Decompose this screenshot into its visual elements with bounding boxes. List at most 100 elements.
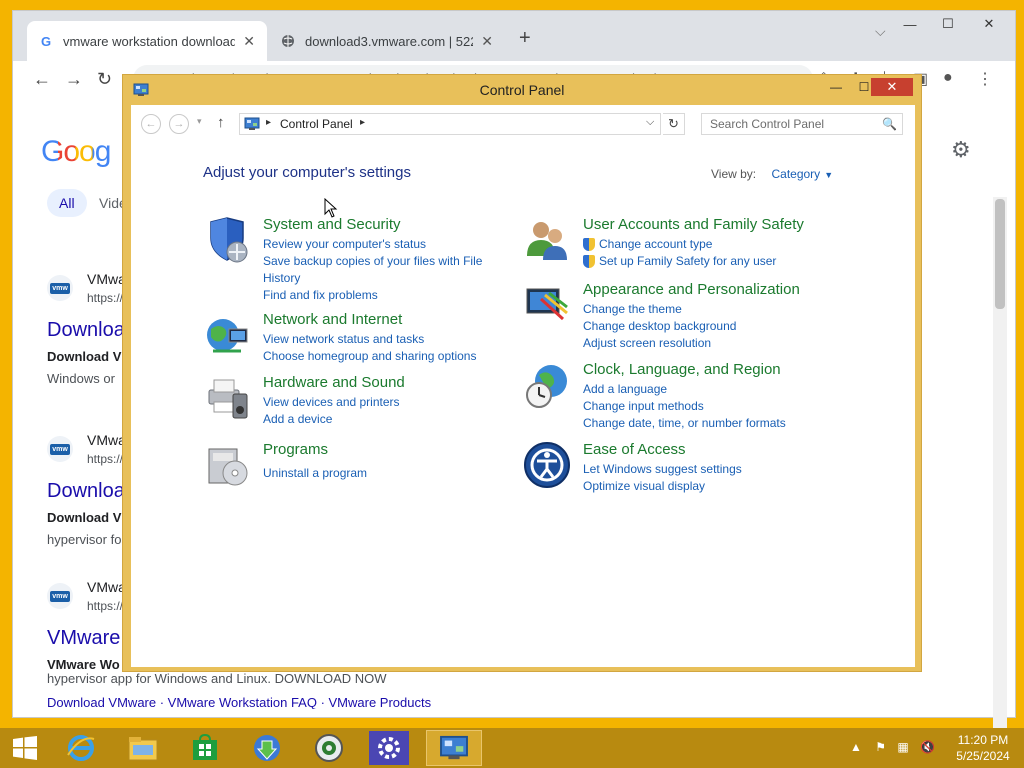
link-change-account-type[interactable]: Change account type — [583, 236, 863, 253]
control-panel-window: Control Panel — ☐ ✕ ← → ▾ ↑ ▸ Control Pa… — [122, 74, 922, 672]
control-panel-icon — [244, 117, 260, 130]
steam-icon[interactable] — [306, 730, 352, 766]
vmware-logo: vmw — [47, 275, 73, 301]
category-title[interactable]: Programs — [263, 441, 328, 458]
windows-start-icon[interactable] — [2, 730, 48, 766]
clock-globe-icon[interactable] — [523, 361, 571, 409]
close-icon[interactable]: ✕ — [243, 33, 255, 50]
breadcrumb-separator-icon[interactable]: ▸ — [266, 117, 271, 128]
settings-gear-icon[interactable]: ⚙ — [951, 137, 971, 163]
link-optimize-display[interactable]: Optimize visual display — [583, 478, 823, 495]
close-icon[interactable]: ✕ — [481, 33, 493, 50]
link-fix-problems[interactable]: Find and fix problems — [263, 287, 503, 304]
search-icon[interactable]: 🔍 — [882, 117, 897, 131]
store-icon[interactable] — [182, 730, 228, 766]
category-title[interactable]: Appearance and Personalization — [583, 281, 800, 298]
browser-tabstrip: G vmware workstation download - ✕ downlo… — [13, 11, 1015, 61]
close-window-icon[interactable]: ✕ — [969, 13, 1009, 35]
page-title: Adjust your computer's settings — [203, 164, 411, 181]
result-link[interactable]: Downloa — [47, 480, 125, 503]
ease-of-access-icon[interactable] — [523, 441, 571, 489]
mouse-cursor-icon — [324, 198, 338, 218]
shield-icon[interactable] — [203, 216, 251, 264]
new-tab-icon[interactable]: + — [519, 27, 531, 50]
network-icon[interactable]: ▦ — [897, 740, 908, 754]
minimize-icon[interactable]: — — [823, 78, 849, 96]
up-arrow-icon[interactable]: ↑ — [217, 114, 225, 131]
window-title: Control Panel — [479, 82, 565, 98]
link-input-methods[interactable]: Change input methods — [583, 398, 823, 415]
link-uninstall[interactable]: Uninstall a program — [263, 465, 503, 482]
view-by-dropdown[interactable]: Category — [771, 167, 820, 181]
window-titlebar[interactable]: Control Panel — ☐ ✕ — [123, 75, 921, 105]
vertical-scrollbar[interactable] — [993, 197, 1007, 768]
forward-arrow-icon[interactable]: → — [169, 114, 189, 134]
taskbar-clock[interactable]: 11:20 PM 5/25/2024 — [950, 732, 1016, 764]
printer-icon[interactable] — [203, 374, 251, 422]
search-tab-all[interactable]: All — [47, 189, 87, 217]
forward-arrow-icon[interactable]: → — [65, 69, 83, 90]
link-homegroup[interactable]: Choose homegroup and sharing options — [263, 348, 503, 365]
maximize-icon[interactable]: ☐ — [931, 13, 965, 35]
recent-locations-chevron-icon[interactable]: ▾ — [197, 116, 202, 127]
action-center-flag-icon[interactable]: ⚑ — [875, 740, 886, 754]
menu-kebab-icon[interactable]: ⋮ — [977, 69, 993, 89]
download-manager-icon[interactable] — [244, 730, 290, 766]
link-screen-resolution[interactable]: Adjust screen resolution — [583, 335, 823, 352]
breadcrumb-separator-icon[interactable]: ▸ — [360, 117, 365, 128]
view-by-selector: View by: Category ▼ — [711, 167, 833, 181]
category-title[interactable]: Network and Internet — [263, 311, 402, 328]
file-explorer-icon[interactable] — [120, 730, 166, 766]
result-link[interactable]: Downloa — [47, 319, 125, 342]
link-desktop-background[interactable]: Change desktop background — [583, 318, 823, 335]
profile-avatar-icon[interactable]: ● — [943, 69, 953, 87]
network-globe-icon[interactable] — [203, 311, 251, 359]
link-suggest-settings[interactable]: Let Windows suggest settings — [583, 461, 823, 478]
internet-explorer-icon[interactable] — [58, 730, 104, 766]
monitor-paint-icon[interactable] — [523, 281, 571, 329]
link-date-formats[interactable]: Change date, time, or number formats — [583, 415, 823, 432]
search-input[interactable] — [702, 114, 880, 134]
scrollbar-thumb[interactable] — [995, 199, 1005, 309]
link-add-device[interactable]: Add a device — [263, 411, 503, 428]
control-panel-icon[interactable] — [426, 730, 482, 766]
breadcrumb[interactable]: Control Panel — [280, 117, 353, 131]
volume-muted-icon[interactable]: 🔇 — [920, 740, 935, 754]
tab-search-icon[interactable]: ⌵ — [875, 23, 886, 40]
link-change-theme[interactable]: Change the theme — [583, 301, 823, 318]
minimize-icon[interactable]: — — [893, 13, 927, 35]
google-logo[interactable]: Goog — [41, 135, 111, 169]
back-arrow-icon[interactable]: ← — [141, 114, 161, 134]
vmware-logo: vmw — [47, 436, 73, 462]
browser-tab-google[interactable]: G vmware workstation download - ✕ — [27, 21, 267, 61]
result-sitelinks[interactable]: Download VMware · VMware Workstation FAQ… — [47, 695, 431, 709]
link-review-status[interactable]: Review your computer's status — [263, 236, 503, 253]
result-link[interactable]: VMware — [47, 627, 120, 650]
link-add-language[interactable]: Add a language — [583, 381, 823, 398]
tab-title: download3.vmware.com | 522: C — [305, 33, 473, 49]
link-family-safety[interactable]: Set up Family Safety for any user — [583, 253, 863, 270]
back-arrow-icon[interactable]: ← — [33, 69, 51, 90]
search-box: 🔍 — [701, 113, 903, 135]
chevron-down-icon[interactable]: ⌵ — [646, 116, 654, 129]
programs-icon[interactable] — [203, 441, 251, 489]
close-window-icon[interactable]: ✕ — [871, 78, 913, 96]
address-bar[interactable]: ▸ Control Panel ▸ ⌵ — [239, 113, 661, 135]
system-tray: ▲ ⚑ ▦ 🔇 — [850, 740, 935, 754]
browser-tab-vmware[interactable]: download3.vmware.com | 522: C ✕ — [269, 21, 505, 61]
reload-icon[interactable]: ↻ — [97, 69, 112, 90]
category-title[interactable]: System and Security — [263, 216, 401, 233]
settings-gear-icon[interactable] — [366, 730, 412, 766]
control-panel-content: ← → ▾ ↑ ▸ Control Panel ▸ ⌵ ↻ 🔍 Adjust y… — [131, 105, 915, 667]
link-network-status[interactable]: View network status and tasks — [263, 331, 503, 348]
users-icon[interactable] — [523, 216, 571, 264]
category-title[interactable]: Ease of Access — [583, 441, 686, 458]
chevron-down-icon[interactable]: ▼ — [824, 170, 833, 180]
category-title[interactable]: User Accounts and Family Safety — [583, 216, 804, 233]
category-title[interactable]: Clock, Language, and Region — [583, 361, 781, 378]
link-file-history[interactable]: Save backup copies of your files with Fi… — [263, 253, 503, 287]
refresh-icon[interactable]: ↻ — [663, 113, 685, 135]
show-hidden-icons-icon[interactable]: ▲ — [850, 740, 862, 754]
link-devices-printers[interactable]: View devices and printers — [263, 394, 503, 411]
category-title[interactable]: Hardware and Sound — [263, 374, 405, 391]
